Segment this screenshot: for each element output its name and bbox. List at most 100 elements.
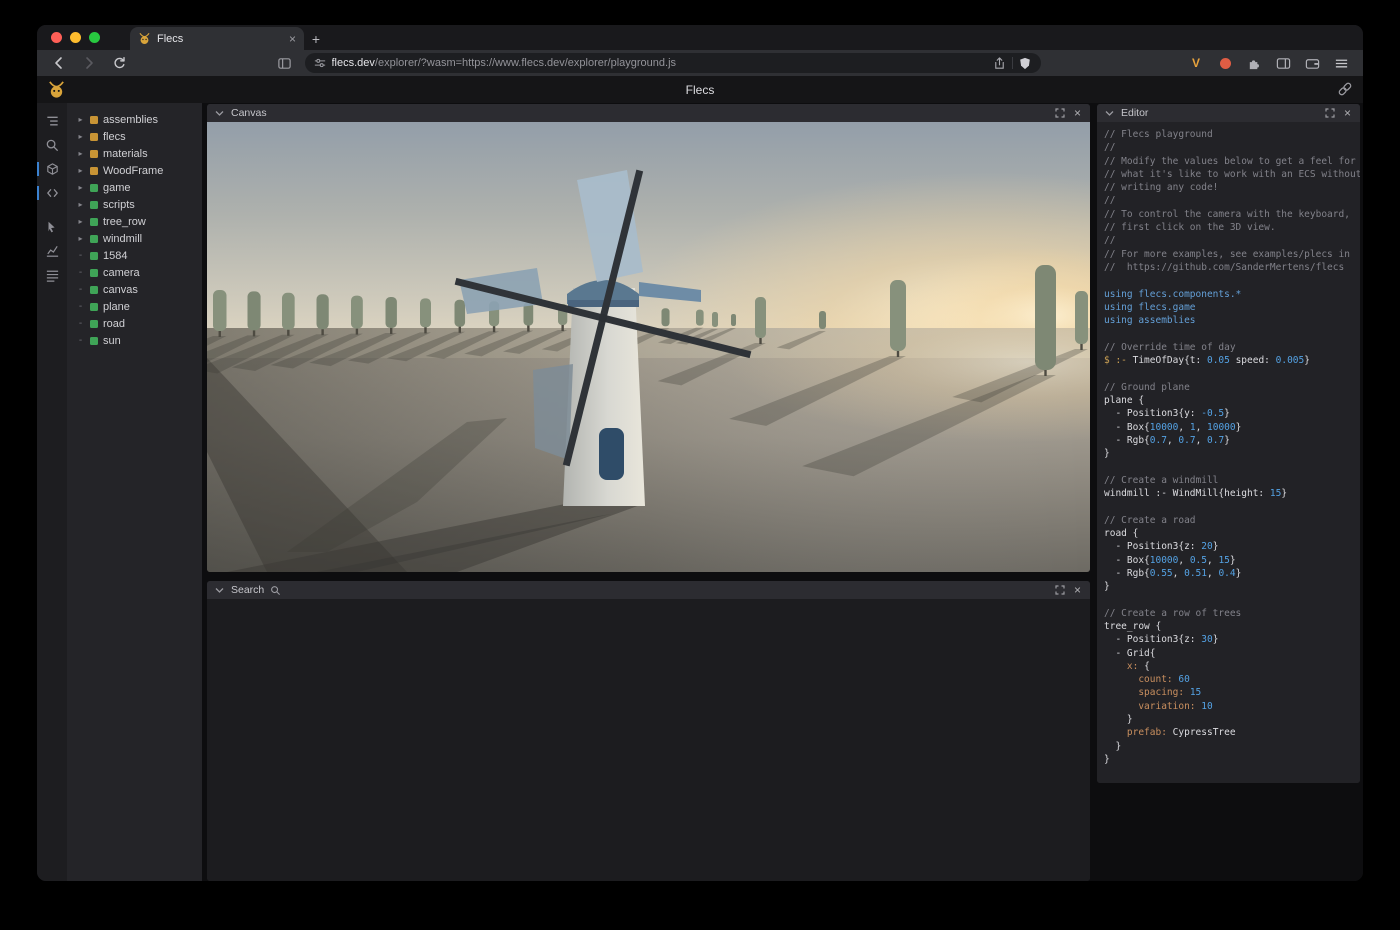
tree-item-label: canvas	[103, 284, 138, 296]
code-line: // Create a row of trees	[1104, 607, 1360, 620]
tree-item-canvas[interactable]: -canvas	[67, 281, 202, 298]
brave-shield-icon[interactable]	[1019, 57, 1032, 70]
page-header: Flecs	[37, 76, 1363, 103]
collapse-chevron-icon[interactable]	[1103, 107, 1116, 120]
v-extension-icon[interactable]: V	[1186, 53, 1206, 73]
cube-icon[interactable]	[37, 157, 67, 181]
code-area[interactable]: // Flecs playground//// Modify the value…	[1097, 122, 1360, 766]
code-line: - Box{10000, 0.5, 15}	[1104, 554, 1360, 567]
new-tab-button[interactable]: +	[304, 27, 328, 50]
browser-tab-flecs[interactable]: Flecs ×	[130, 27, 304, 50]
tree-item-sun[interactable]: -sun	[67, 332, 202, 349]
expand-arrow-icon[interactable]: ▸	[76, 166, 85, 175]
canvas-3d-view[interactable]	[207, 122, 1090, 572]
tree-item-windmill[interactable]: ▸windmill	[67, 230, 202, 247]
code-line: - Rgb{0.7, 0.7, 0.7}	[1104, 434, 1360, 447]
entity-swatch	[90, 286, 98, 294]
code-line: using flecs.game	[1104, 301, 1360, 314]
expand-arrow-icon[interactable]: ▸	[76, 132, 85, 141]
code-line: using assemblies	[1104, 314, 1360, 327]
expand-arrow-icon[interactable]: ▸	[76, 115, 85, 124]
code-line: //	[1104, 141, 1360, 154]
module-swatch	[90, 150, 98, 158]
bookmarks-panel-icon[interactable]	[275, 53, 295, 73]
tree-item-label: camera	[103, 267, 140, 279]
tree-item-camera[interactable]: -camera	[67, 264, 202, 281]
code-line: - Grid{	[1104, 647, 1360, 660]
close-panel-icon[interactable]: ×	[1341, 107, 1354, 120]
url-text[interactable]: flecs.dev/explorer/?wasm=https://www.fle…	[332, 57, 987, 69]
expand-arrow-icon[interactable]: ▸	[76, 183, 85, 192]
red-extension-icon[interactable]	[1215, 53, 1235, 73]
code-line: // Override time of day	[1104, 341, 1360, 354]
code-line: // To control the camera with the keyboa…	[1104, 208, 1360, 221]
tree-item-flecs[interactable]: ▸ flecs	[67, 128, 202, 145]
code-line: // Create a windmill	[1104, 474, 1360, 487]
tree-item-WoodFrame[interactable]: ▸ WoodFrame	[67, 162, 202, 179]
tree-item-label: scripts	[103, 199, 135, 211]
explorer-content: ▸assemblies▸flecs▸materials▸WoodFrame▸ga…	[37, 103, 1363, 881]
tree-item-label: flecs	[103, 131, 126, 143]
entity-swatch	[90, 303, 98, 311]
module-swatch	[90, 116, 98, 124]
close-window-button[interactable]	[51, 32, 62, 43]
code-line: // writing any code!	[1104, 181, 1360, 194]
code-line: spacing: 15	[1104, 686, 1360, 699]
expand-arrow-icon[interactable]: ▸	[76, 149, 85, 158]
tree-item-tree_row[interactable]: ▸tree_row	[67, 213, 202, 230]
outliner-icon[interactable]	[37, 109, 67, 133]
code-icon[interactable]	[37, 181, 67, 205]
code-editor[interactable]: // Flecs playground//// Modify the value…	[1097, 122, 1360, 783]
back-button[interactable]	[49, 53, 69, 73]
entity-swatch	[90, 184, 98, 192]
expand-arrow-icon[interactable]: ▸	[76, 200, 85, 209]
fullscreen-icon[interactable]	[1323, 107, 1336, 120]
chart-icon[interactable]	[37, 239, 67, 263]
magnifier-icon	[269, 584, 282, 597]
close-panel-icon[interactable]: ×	[1071, 107, 1084, 120]
collapse-chevron-icon[interactable]	[213, 107, 226, 120]
tree-item-materials[interactable]: ▸materials	[67, 145, 202, 162]
code-line: $ :- TimeOfDay{t: 0.05 speed: 0.005}	[1104, 354, 1360, 367]
minimize-window-button[interactable]	[70, 32, 81, 43]
forward-button[interactable]	[79, 53, 99, 73]
code-line: // Ground plane	[1104, 381, 1360, 394]
code-line: // For more examples, see examples/plecs…	[1104, 248, 1360, 261]
site-settings-icon[interactable]	[314, 57, 326, 69]
tree-item-1584[interactable]: -1584	[67, 247, 202, 264]
3d-scene[interactable]	[207, 122, 1090, 572]
tree-item-label: plane	[103, 301, 130, 313]
expand-arrow-icon[interactable]: ▸	[76, 217, 85, 226]
tree-item-game[interactable]: ▸game	[67, 179, 202, 196]
code-line: prefab: CypressTree	[1104, 726, 1360, 739]
tree-item-plane[interactable]: -plane	[67, 298, 202, 315]
tab-close-icon[interactable]: ×	[289, 33, 296, 45]
permalink-icon[interactable]	[1337, 81, 1353, 97]
zoom-window-button[interactable]	[89, 32, 100, 43]
fullscreen-icon[interactable]	[1053, 107, 1066, 120]
tree-item-assemblies[interactable]: ▸assemblies	[67, 111, 202, 128]
close-panel-icon[interactable]: ×	[1071, 584, 1084, 597]
search-icon[interactable]	[37, 133, 67, 157]
cursor-icon[interactable]	[37, 215, 67, 239]
code-line: variation: 10	[1104, 700, 1360, 713]
tree-item-road[interactable]: -road	[67, 315, 202, 332]
extensions-puzzle-icon[interactable]	[1244, 53, 1264, 73]
tree-item-label: WoodFrame	[103, 165, 163, 177]
wallet-icon[interactable]	[1302, 53, 1322, 73]
tree-item-scripts[interactable]: ▸ scripts	[67, 196, 202, 213]
sidebar-toggle-icon[interactable]	[1273, 53, 1293, 73]
fullscreen-icon[interactable]	[1053, 584, 1066, 597]
reload-button[interactable]	[109, 53, 129, 73]
flecs-logo[interactable]	[47, 80, 66, 99]
share-icon[interactable]	[993, 57, 1006, 70]
url-bar[interactable]: flecs.dev/explorer/?wasm=https://www.fle…	[305, 53, 1041, 73]
rows-icon[interactable]	[37, 263, 67, 287]
entity-swatch	[90, 235, 98, 243]
search-results-area[interactable]	[207, 599, 1090, 881]
collapse-chevron-icon[interactable]	[213, 584, 226, 597]
expand-arrow-icon[interactable]: ▸	[76, 234, 85, 243]
menu-hamburger-icon[interactable]	[1331, 53, 1351, 73]
flecs-favicon	[138, 32, 151, 45]
leaf-dash-icon: -	[76, 335, 85, 346]
